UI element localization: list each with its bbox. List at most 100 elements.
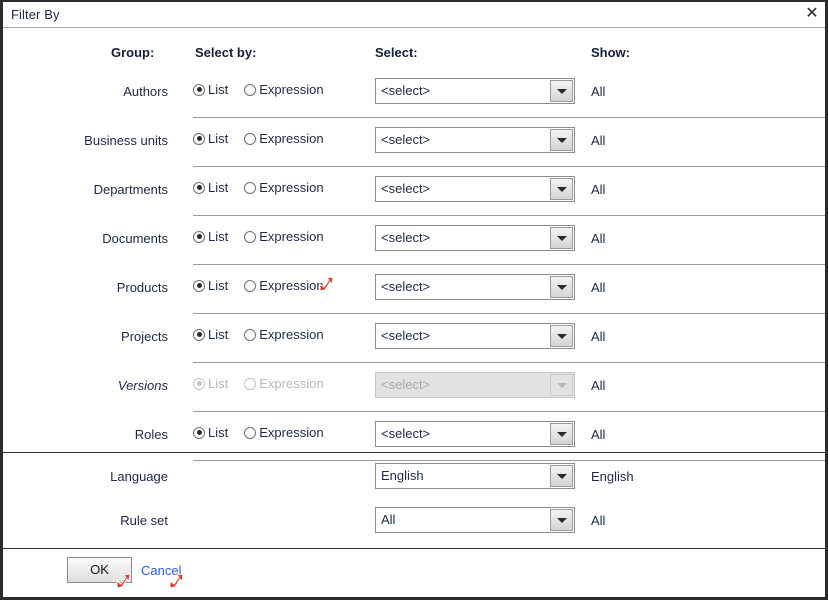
show-value: English — [591, 469, 634, 484]
settings-dropdown[interactable]: English — [375, 463, 575, 489]
radio-list[interactable]: List — [193, 82, 228, 97]
dialog-title: Filter By — [11, 7, 60, 22]
radio-expression[interactable]: Expression — [244, 131, 324, 146]
radio-list-label: List — [208, 82, 229, 97]
settings-dropdown-value: English — [381, 468, 424, 483]
settings-dropdown-value: All — [381, 512, 396, 527]
column-header-group: Group: — [111, 45, 155, 60]
dropdown-button[interactable] — [550, 509, 573, 531]
select-dropdown[interactable]: <select> — [375, 274, 575, 300]
filter-row-label: Documents — [102, 231, 168, 246]
select-dropdown-value: <select> — [381, 181, 431, 196]
dropdown-button[interactable] — [550, 80, 573, 102]
show-value: All — [591, 280, 606, 295]
select-by-radio-group: List Expression — [193, 376, 324, 391]
column-header-show: Show: — [591, 45, 630, 60]
radio-expression[interactable]: Expression — [244, 180, 324, 195]
show-value: All — [591, 378, 606, 393]
radio-list-label: List — [208, 376, 229, 391]
radio-expression-label: Expression — [259, 82, 324, 97]
radio-list[interactable]: List — [193, 327, 228, 342]
chevron-down-icon — [556, 236, 567, 241]
filter-row: Authors List Expression <select> All — [3, 69, 825, 118]
show-value: All — [591, 133, 606, 148]
select-by-radio-group: List Expression — [193, 229, 324, 244]
select-dropdown-value: <select> — [381, 83, 431, 98]
show-value: All — [591, 513, 606, 528]
radio-list[interactable]: List — [193, 278, 228, 293]
radio-list-label: List — [208, 229, 229, 244]
radio-expression-icon — [244, 426, 257, 439]
radio-expression-label: Expression — [259, 327, 324, 342]
select-dropdown-value: <select> — [381, 230, 431, 245]
select-dropdown[interactable]: <select> — [375, 127, 575, 153]
dialog-footer: OK Cancel — [3, 549, 825, 596]
radio-expression[interactable]: Expression — [244, 327, 324, 342]
radio-expression-icon — [244, 328, 257, 341]
radio-list-icon — [193, 328, 205, 341]
dropdown-button[interactable] — [550, 227, 573, 249]
select-dropdown[interactable]: <select> — [375, 176, 575, 202]
filter-row: Documents List Expression <select> All — [3, 216, 825, 265]
radio-expression[interactable]: Expression — [244, 425, 324, 440]
filter-row-label: Products — [116, 280, 168, 295]
radio-list-label: List — [208, 278, 229, 293]
dropdown-button — [550, 374, 573, 396]
filter-row-label: Projects — [121, 329, 168, 344]
filter-rows: Authors List Expression <select> All Business… — [3, 69, 825, 461]
dropdown-button[interactable] — [550, 465, 573, 487]
select-dropdown[interactable]: <select> — [375, 78, 575, 104]
radio-list-label: List — [208, 327, 229, 342]
radio-expression[interactable]: Expression — [244, 229, 324, 244]
radio-list[interactable]: List — [193, 180, 228, 195]
radio-expression[interactable]: Expression — [244, 278, 324, 293]
filter-by-dialog: Filter By ✕ Group: Select by: Select: Sh… — [0, 0, 828, 600]
select-by-radio-group: List Expression — [193, 82, 324, 97]
filter-row: Business units List Expression <select> All — [3, 118, 825, 167]
select-dropdown[interactable]: <select> — [375, 421, 575, 447]
show-value: All — [591, 329, 606, 344]
radio-list[interactable]: List — [193, 425, 228, 440]
radio-expression-label: Expression — [259, 278, 324, 293]
dropdown-button[interactable] — [550, 325, 573, 347]
column-header-select-by: Select by: — [195, 45, 257, 60]
radio-list-icon — [193, 426, 205, 439]
filter-row: Products List Expression <select> All — [3, 265, 825, 314]
radio-expression-label: Expression — [259, 425, 324, 440]
dropdown-button[interactable] — [550, 129, 573, 151]
select-by-radio-group: List Expression — [193, 327, 324, 342]
radio-expression[interactable]: Expression — [244, 82, 324, 97]
select-dropdown[interactable]: <select> — [375, 323, 575, 349]
select-dropdown-value: <select> — [381, 328, 431, 343]
dropdown-button[interactable] — [550, 178, 573, 200]
radio-list-label: List — [208, 425, 229, 440]
radio-list-label: List — [208, 180, 229, 195]
radio-list[interactable]: List — [193, 131, 228, 146]
select-dropdown[interactable]: <select> — [375, 225, 575, 251]
close-icon[interactable]: ✕ — [802, 4, 822, 24]
filter-row: Departments List Expression <select> All — [3, 167, 825, 216]
radio-list[interactable]: List — [193, 229, 228, 244]
settings-dropdown[interactable]: All — [375, 507, 575, 533]
dropdown-button[interactable] — [550, 276, 573, 298]
select-dropdown-value: <select> — [381, 132, 431, 147]
radio-expression-label: Expression — [259, 229, 324, 244]
show-value: All — [591, 182, 606, 197]
dropdown-button[interactable] — [550, 423, 573, 445]
radio-expression-label: Expression — [259, 180, 324, 195]
chevron-down-icon — [556, 474, 567, 479]
chevron-down-icon — [556, 138, 567, 143]
chevron-down-icon — [556, 334, 567, 339]
radio-list: List — [193, 376, 228, 391]
dialog-body: Group: Select by: Select: Show: Authors L… — [3, 29, 825, 596]
radio-expression-icon — [244, 377, 257, 390]
ok-button[interactable]: OK — [67, 557, 132, 583]
select-by-radio-group: List Expression — [193, 131, 324, 146]
filter-row-label: Business units — [84, 133, 168, 148]
radio-expression-icon — [244, 132, 257, 145]
cancel-button[interactable]: Cancel — [141, 563, 181, 578]
radio-expression-icon — [244, 279, 257, 292]
radio-list-icon — [193, 132, 205, 145]
select-dropdown-value: <select> — [381, 426, 431, 441]
radio-list-icon — [193, 377, 205, 390]
